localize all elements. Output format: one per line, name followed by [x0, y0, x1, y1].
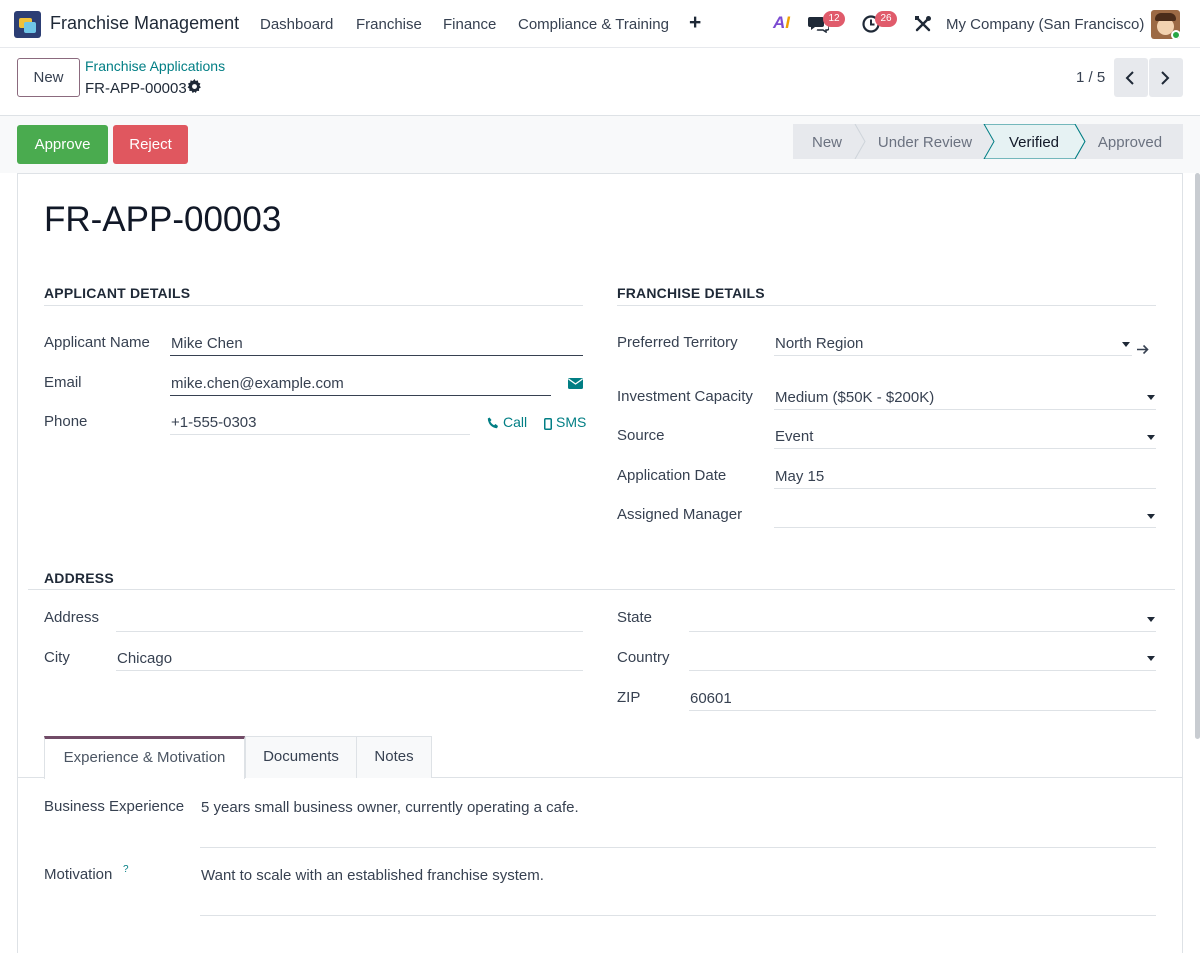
zip-label: ZIP	[617, 689, 641, 706]
phone-icon[interactable]	[487, 417, 499, 429]
section-divider	[44, 305, 583, 306]
motivation-underline	[200, 915, 1156, 916]
gear-icon[interactable]	[187, 79, 202, 94]
pager-next-button[interactable]	[1149, 58, 1183, 97]
investment-dropdown-caret-icon[interactable]	[1147, 395, 1155, 400]
tab-experience-motivation[interactable]: Experience & Motivation	[44, 736, 245, 779]
notebook-tabs: Experience & Motivation Documents Notes	[17, 736, 1183, 779]
applicant-name-field[interactable]: Mike Chen	[171, 335, 243, 352]
manager-dropdown-caret-icon[interactable]	[1147, 514, 1155, 519]
menu-franchise[interactable]: Franchise	[356, 16, 422, 33]
mobile-icon[interactable]	[544, 418, 552, 430]
menu-dashboard[interactable]: Dashboard	[260, 16, 333, 33]
form-status-header: Approve Reject New Under Review Verified…	[0, 116, 1200, 173]
assigned-manager-label: Assigned Manager	[617, 506, 743, 523]
tools-icon[interactable]	[914, 15, 932, 33]
internal-link-arrow-icon[interactable]	[1137, 344, 1150, 355]
address-underline	[116, 631, 583, 632]
chevron-left-icon	[1125, 71, 1134, 85]
menu-finance[interactable]: Finance	[443, 16, 496, 33]
new-button[interactable]: New	[17, 58, 80, 97]
app-logo-icon[interactable]	[14, 11, 41, 38]
breadcrumb-current-record: FR-APP-00003	[85, 80, 187, 97]
city-label: City	[44, 649, 70, 666]
app-name[interactable]: Franchise Management	[50, 13, 239, 34]
investment-label: Investment Capacity	[617, 388, 753, 405]
source-field[interactable]: Event	[775, 428, 813, 445]
business-experience-underline	[200, 847, 1156, 848]
form-sheet	[17, 173, 1183, 953]
messages-badge: 12	[823, 11, 845, 27]
section-address: ADDRESS	[44, 570, 114, 586]
section-divider	[28, 589, 1175, 590]
pager-value[interactable]: 1 / 5	[1076, 69, 1105, 86]
application-date-underline	[774, 488, 1156, 489]
tab-documents[interactable]: Documents	[245, 736, 357, 778]
scrollbar-thumb[interactable]	[1195, 173, 1200, 739]
zip-underline	[689, 710, 1156, 711]
assigned-manager-underline	[774, 527, 1156, 528]
email-label: Email	[44, 374, 82, 391]
tab-notes[interactable]: Notes	[356, 736, 432, 778]
applicant-name-underline	[170, 355, 583, 356]
approve-button[interactable]: Approve	[17, 125, 108, 164]
activities-badge: 26	[875, 11, 897, 27]
chevron-right-icon	[1161, 71, 1170, 85]
stage-under-review[interactable]: Under Review	[878, 134, 972, 151]
pager-previous-button[interactable]	[1114, 58, 1148, 97]
stage-new[interactable]: New	[812, 134, 842, 151]
applicant-name-label: Applicant Name	[44, 334, 150, 351]
business-experience-label: Business Experience	[44, 798, 185, 815]
state-dropdown-caret-icon[interactable]	[1147, 617, 1155, 622]
source-dropdown-caret-icon[interactable]	[1147, 435, 1155, 440]
company-switcher[interactable]: My Company (San Francisco)	[946, 16, 1144, 33]
section-franchise-details: FRANCHISE DETAILS	[617, 285, 765, 301]
country-label: Country	[617, 649, 670, 666]
ai-icon[interactable]: AI	[773, 13, 790, 33]
investment-underline	[774, 409, 1156, 410]
sms-link[interactable]: SMS	[556, 414, 586, 430]
zip-field[interactable]: 60601	[690, 690, 732, 707]
help-tooltip-icon[interactable]: ?	[123, 864, 129, 875]
source-label: Source	[617, 427, 665, 444]
territory-field[interactable]: North Region	[775, 335, 863, 352]
stage-verified[interactable]: Verified	[1009, 134, 1059, 151]
record-title[interactable]: FR-APP-00003	[44, 200, 281, 240]
phone-label: Phone	[44, 413, 88, 430]
envelope-icon[interactable]	[568, 378, 583, 389]
stage-approved[interactable]: Approved	[1098, 134, 1162, 151]
application-date-label: Application Date	[617, 467, 727, 484]
investment-field[interactable]: Medium ($50K - $200K)	[775, 389, 934, 406]
source-underline	[774, 448, 1156, 449]
business-experience-field[interactable]: 5 years small business owner, currently …	[201, 799, 579, 816]
reject-button[interactable]: Reject	[113, 125, 188, 164]
section-applicant-details: APPLICANT DETAILS	[44, 285, 191, 301]
territory-label: Preferred Territory	[617, 334, 738, 351]
state-label: State	[617, 609, 653, 626]
breadcrumb-franchise-applications[interactable]: Franchise Applications	[85, 58, 225, 74]
plus-icon[interactable]: +	[689, 11, 701, 35]
status-bar: New Under Review Verified Approved	[793, 124, 1183, 159]
country-underline	[689, 670, 1156, 671]
address-label: Address	[44, 609, 100, 626]
phone-field[interactable]: +1-555-0303	[171, 414, 257, 431]
email-underline	[170, 395, 551, 396]
section-divider	[617, 305, 1156, 306]
email-field[interactable]: mike.chen@example.com	[171, 375, 344, 392]
motivation-label: Motivation	[44, 866, 113, 883]
control-panel: New Franchise Applications FR-APP-00003 …	[0, 48, 1200, 116]
country-dropdown-caret-icon[interactable]	[1147, 656, 1155, 661]
top-navbar: Franchise Management Dashboard Franchise…	[0, 0, 1200, 48]
call-link[interactable]: Call	[503, 414, 527, 430]
motivation-field[interactable]: Want to scale with an established franch…	[201, 867, 544, 884]
application-date-field[interactable]: May 15	[775, 468, 824, 485]
territory-dropdown-caret-icon[interactable]	[1122, 342, 1130, 347]
city-underline	[116, 670, 583, 671]
territory-underline	[774, 355, 1132, 356]
user-avatar[interactable]	[1151, 10, 1180, 39]
phone-underline	[170, 434, 470, 435]
state-underline	[689, 631, 1156, 632]
menu-compliance-training[interactable]: Compliance & Training	[518, 16, 669, 33]
city-field[interactable]: Chicago	[117, 650, 172, 667]
